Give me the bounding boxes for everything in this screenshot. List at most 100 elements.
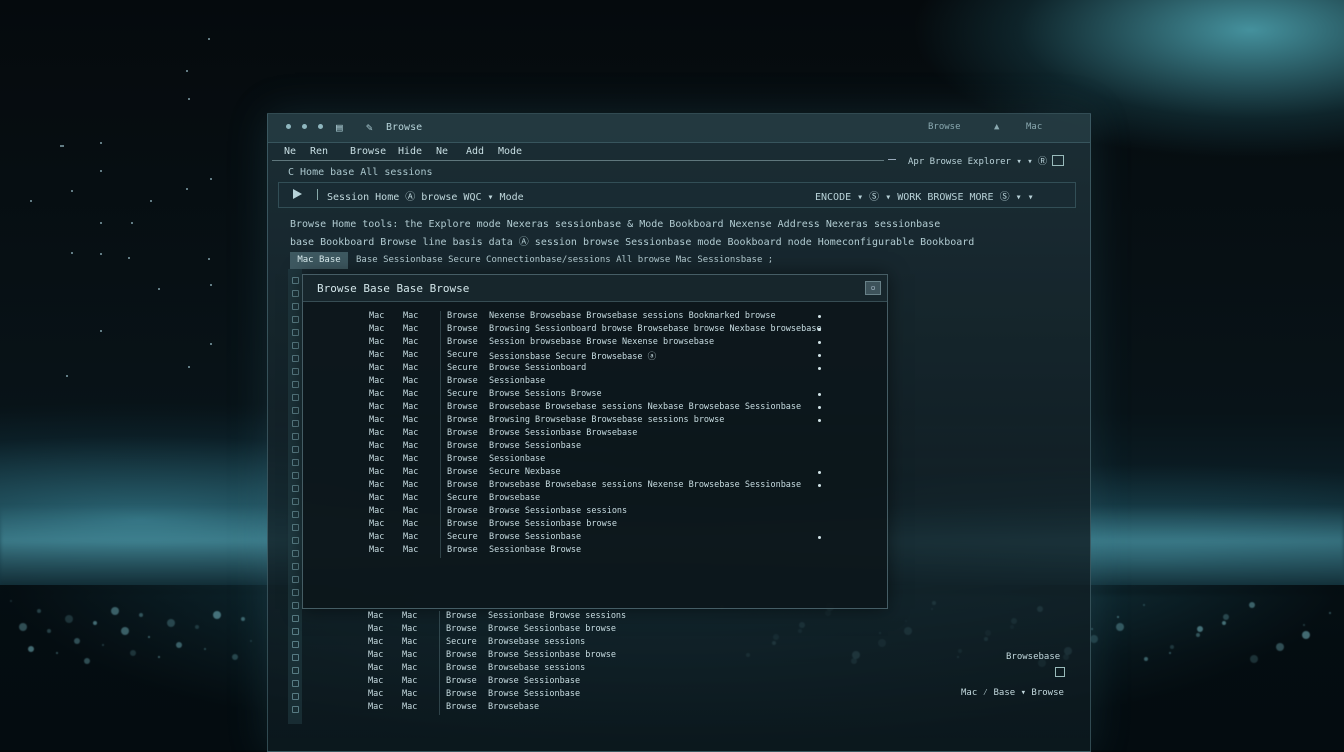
list-item[interactable]: Mac Mac Browse Browse Sessionbase bbox=[302, 676, 886, 689]
fold-marker-icon[interactable] bbox=[292, 511, 299, 518]
menu-item[interactable]: Ne bbox=[284, 146, 296, 157]
fold-marker-icon[interactable] bbox=[292, 537, 299, 544]
fold-marker-icon[interactable] bbox=[292, 277, 299, 284]
status-dot-icon bbox=[818, 406, 821, 409]
list-item[interactable]: Mac Mac Browse Browsebase Browsebase sessio… bbox=[303, 402, 887, 415]
list-item-cell: Browse bbox=[446, 650, 477, 660]
list-item[interactable]: Mac Mac Browse Browse Sessionbase bbox=[302, 689, 886, 702]
window-dot-icon[interactable] bbox=[302, 124, 307, 129]
column-divider bbox=[439, 663, 440, 676]
up-icon[interactable]: ▲ bbox=[994, 122, 999, 132]
fold-marker-icon[interactable] bbox=[292, 446, 299, 453]
list-item-cell: Mac bbox=[402, 624, 418, 634]
list-item[interactable]: Mac Mac Secure Browse Sessions Browse bbox=[303, 389, 887, 402]
status-dot-icon bbox=[818, 419, 821, 422]
toolbar-right-text[interactable]: ENCODE ▾ Ⓢ ▾ WORK BROWSE MORE Ⓢ ▾ ▾ bbox=[815, 188, 1034, 203]
fold-marker-icon[interactable] bbox=[292, 485, 299, 492]
status-dot-icon bbox=[818, 367, 821, 370]
fold-marker-icon[interactable] bbox=[292, 615, 299, 622]
fold-marker-icon[interactable] bbox=[292, 303, 299, 310]
bokeh-light bbox=[1196, 633, 1200, 637]
fold-marker-icon[interactable] bbox=[292, 316, 299, 323]
window-dot-icon[interactable] bbox=[318, 124, 323, 129]
fold-marker-icon[interactable] bbox=[292, 459, 299, 466]
fold-marker-icon[interactable] bbox=[292, 524, 299, 531]
fold-marker-icon[interactable] bbox=[292, 368, 299, 375]
list-item[interactable]: Mac Mac Secure Browsebase sessions bbox=[302, 637, 886, 650]
list-item[interactable]: Mac Mac Browse Browse Sessionbase browse bbox=[302, 624, 886, 637]
fold-marker-icon[interactable] bbox=[292, 576, 299, 583]
fold-marker-icon[interactable] bbox=[292, 290, 299, 297]
list-item[interactable]: Mac Mac Browse Browsebase sessions bbox=[302, 663, 886, 676]
list-item[interactable]: Mac Mac Browse Browsebase bbox=[302, 702, 886, 715]
breadcrumb[interactable]: C Home base All sessions bbox=[288, 167, 433, 178]
star bbox=[158, 288, 160, 290]
fold-marker-icon[interactable] bbox=[292, 407, 299, 414]
bokeh-light bbox=[1329, 612, 1331, 614]
fold-marker-icon[interactable] bbox=[292, 589, 299, 596]
list-item[interactable]: Mac Mac Secure Browsebase bbox=[303, 493, 887, 506]
fold-marker-icon[interactable] bbox=[292, 563, 299, 570]
fold-marker-icon[interactable] bbox=[292, 706, 299, 713]
fold-marker-icon[interactable] bbox=[292, 550, 299, 557]
list-item[interactable]: Mac Mac Browse Sessionbase Browse sessions bbox=[302, 611, 886, 624]
fold-marker-icon[interactable] bbox=[292, 329, 299, 336]
list-item[interactable]: Mac Mac Secure Browse Sessionbase bbox=[303, 532, 887, 545]
tab-active[interactable]: Mac Base bbox=[290, 252, 348, 269]
fold-marker-icon[interactable] bbox=[292, 680, 299, 687]
menu-right-text[interactable]: Apr Browse Explorer ▾ ▾ Ⓡ bbox=[908, 154, 1047, 167]
fold-marker-icon[interactable] bbox=[292, 693, 299, 700]
menu-item[interactable]: Hide bbox=[398, 146, 422, 157]
menu-item[interactable]: Add bbox=[466, 146, 484, 157]
fold-marker-icon[interactable] bbox=[292, 602, 299, 609]
fold-marker-icon[interactable] bbox=[292, 394, 299, 401]
list-item[interactable]: Mac Mac Browse Browse Sessionbase bbox=[303, 441, 887, 454]
list-item[interactable]: Mac Mac Secure Browse Sessionboard bbox=[303, 363, 887, 376]
fold-marker-icon[interactable] bbox=[292, 667, 299, 674]
list-item[interactable]: Mac Mac Browse Browsing Sessionboard browse… bbox=[303, 324, 887, 337]
list-item[interactable]: Mac Mac Browse Nexense Browsebase Browsebas… bbox=[303, 311, 887, 324]
play-icon[interactable] bbox=[293, 189, 302, 199]
list-item[interactable]: Mac Mac Secure Sessionsbase Secure Browseba… bbox=[303, 350, 887, 363]
list-item[interactable]: Mac Mac Browse Sessionbase Browse bbox=[303, 545, 887, 558]
bokeh-light bbox=[47, 629, 51, 633]
status-dot-icon bbox=[818, 354, 821, 357]
fold-marker-icon[interactable] bbox=[292, 641, 299, 648]
panel-icon[interactable] bbox=[1052, 155, 1064, 166]
list-item[interactable]: Mac Mac Browse Session browsebase Browse Ne… bbox=[303, 337, 887, 350]
fold-marker-icon[interactable] bbox=[292, 472, 299, 479]
fold-marker-icon[interactable] bbox=[292, 654, 299, 661]
toolbar-label[interactable]: Session Home Ⓐ browse WQC ▾ Mode bbox=[327, 188, 524, 203]
fold-marker-icon[interactable] bbox=[292, 381, 299, 388]
fold-marker-icon[interactable] bbox=[292, 628, 299, 635]
menu-item[interactable]: Ne bbox=[436, 146, 448, 157]
fold-marker-icon[interactable] bbox=[292, 420, 299, 427]
list-item-cell: Mac bbox=[403, 376, 419, 386]
fold-marker-icon[interactable] bbox=[292, 498, 299, 505]
menu-item[interactable]: Browse bbox=[350, 146, 386, 157]
list-item[interactable]: Mac Mac Browse Secure Nexbase bbox=[303, 467, 887, 480]
list-item[interactable]: Mac Mac Browse Browsing Browsebase Browseba… bbox=[303, 415, 887, 428]
star bbox=[62, 145, 64, 147]
menu-item[interactable]: Mode bbox=[498, 146, 522, 157]
close-icon[interactable]: ▫ bbox=[865, 281, 881, 295]
fold-marker-icon[interactable] bbox=[292, 342, 299, 349]
list-item[interactable]: Mac Mac Browse Browse Sessionbase sessions bbox=[303, 506, 887, 519]
window-menu-icon[interactable]: ▤ bbox=[336, 121, 343, 134]
list-item[interactable]: Mac Mac Browse Sessionbase bbox=[303, 376, 887, 389]
fold-marker-icon[interactable] bbox=[292, 355, 299, 362]
window-dot-icon[interactable] bbox=[286, 124, 291, 129]
star bbox=[188, 98, 190, 100]
list-item[interactable]: Mac Mac Browse Browsebase Browsebase sessio… bbox=[303, 480, 887, 493]
panel-icon[interactable] bbox=[1055, 667, 1065, 677]
pen-icon[interactable]: ✎ bbox=[366, 121, 373, 134]
list-item-cell: Mac bbox=[403, 389, 419, 399]
list-item-cell: Nexense Browsebase Browsebase sessions B… bbox=[489, 311, 776, 321]
list-item[interactable]: Mac Mac Browse Browse Sessionbase Browsebas… bbox=[303, 428, 887, 441]
list-item[interactable]: Mac Mac Browse Sessionbase bbox=[303, 454, 887, 467]
list-item[interactable]: Mac Mac Browse Browse Sessionbase browse bbox=[302, 650, 886, 663]
fold-marker-icon[interactable] bbox=[292, 433, 299, 440]
list-item-cell: Browse bbox=[447, 376, 478, 386]
list-item[interactable]: Mac Mac Browse Browse Sessionbase browse bbox=[303, 519, 887, 532]
menu-item[interactable]: Ren bbox=[310, 146, 328, 157]
